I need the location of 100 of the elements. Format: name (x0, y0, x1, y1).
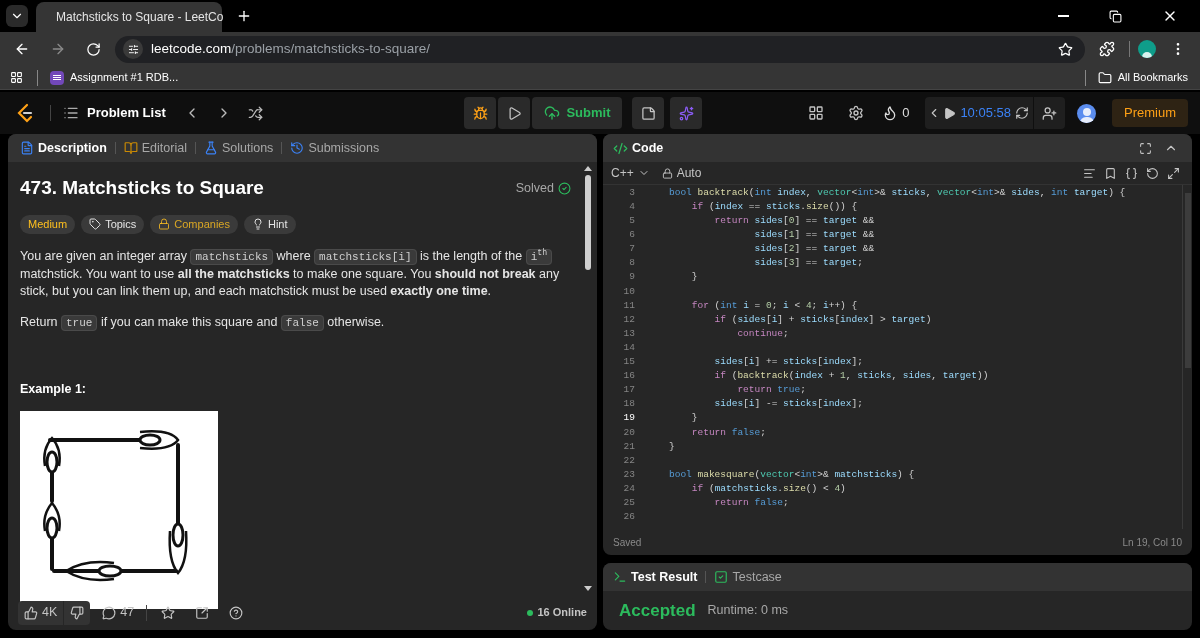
line-number: 9 (628, 270, 635, 285)
all-bookmarks-button[interactable]: All Bookmarks (1097, 69, 1192, 86)
line-number: 5 (628, 214, 635, 229)
arrow-right-icon (50, 41, 66, 57)
problem-list-button[interactable]: Problem List (63, 103, 166, 123)
line-number: 17 (622, 383, 635, 398)
thumbs-up-icon (24, 605, 38, 620)
line-number: 7 (628, 242, 635, 257)
tag-chip[interactable]: Medium (20, 214, 76, 234)
panel-tab[interactable]: Submissions (290, 138, 380, 158)
user-avatar[interactable] (1077, 103, 1096, 123)
address-field[interactable]: leetcode.com/problems/matchsticks-to-square/ (115, 35, 1085, 63)
browser-tab[interactable]: Matchsticks to Square - LeetCo (36, 2, 222, 32)
comments-button[interactable]: 47 (102, 603, 135, 622)
verdict-text: Accepted (619, 599, 696, 622)
code-line: } (690, 270, 698, 285)
runtime-text: Runtime: 0 ms (707, 602, 789, 620)
document-icon (20, 141, 34, 155)
debug-button[interactable] (464, 97, 497, 129)
code-line: sides[1] == target && (753, 228, 875, 243)
code-line: sides[3] == target; (753, 256, 863, 271)
apps-button[interactable] (8, 69, 25, 86)
scrollbar[interactable] (1182, 185, 1192, 529)
lightbulb-icon (251, 218, 264, 230)
line-number: 22 (622, 453, 635, 468)
run-button[interactable] (498, 97, 531, 129)
code-line: if (index == sticks.size()) { (690, 200, 858, 214)
braces-icon (1125, 166, 1138, 180)
line-number: 4 (628, 200, 635, 214)
online-count: 16 Online (537, 605, 587, 621)
line-number: 21 (622, 439, 635, 454)
tag-chip[interactable]: Companies (150, 214, 238, 234)
tag-chip[interactable]: Hint (243, 214, 296, 234)
line-number: 25 (622, 496, 635, 510)
history-icon (290, 141, 305, 155)
code-line: bool backtrack(int index, vector<int>& sticks, vector<int>& sides, int target) { (669, 185, 1126, 200)
description-paragraph: Return true if you can make this square and false otherwise. (20, 313, 386, 332)
code-line: return sides[0] == target && (713, 214, 875, 229)
streak-button[interactable]: 0 (882, 103, 910, 123)
problem-title: 473. Matchsticks to Square (20, 176, 264, 200)
line-number: 23 (622, 467, 635, 482)
profile-avatar[interactable] (1138, 40, 1156, 58)
star-icon (161, 605, 176, 620)
example-heading: Example 1: (20, 380, 87, 398)
external-link-icon (195, 605, 210, 620)
panel-tab[interactable]: Description (20, 138, 107, 158)
scrollbar[interactable] (583, 166, 593, 591)
help-icon (229, 605, 244, 620)
play-icon (943, 106, 957, 120)
sliders-icon (127, 43, 139, 55)
star-icon[interactable] (1058, 41, 1073, 57)
language-select[interactable]: C++ (611, 164, 650, 182)
code-icon (613, 140, 628, 156)
url-text: leetcode.com/problems/matchsticks-to-square/ (151, 39, 432, 58)
line-number: 6 (628, 228, 635, 243)
line-number: 24 (622, 481, 635, 496)
list-icon (63, 105, 79, 121)
line-number: 26 (622, 510, 635, 525)
line-number: 10 (622, 284, 635, 299)
submit-button[interactable]: Submit (532, 97, 623, 129)
panel-tab[interactable]: Testcase (714, 567, 782, 587)
line-number: 14 (622, 340, 635, 355)
code-line: if (matchsticks.size() < 4) (690, 481, 846, 496)
fullscreen-icon (1139, 141, 1152, 155)
check-circle-icon (558, 181, 571, 195)
solved-status: Solved (515, 179, 554, 197)
panel-tab[interactable]: Solutions (203, 138, 274, 158)
note-icon (641, 105, 656, 121)
code-line: } (690, 411, 698, 426)
logo-icon[interactable] (16, 103, 34, 123)
description-paragraph: You are given an integer array matchsticks where matchsticks[i] is the length of the i$^{th}$ matchstick. You want to use all the matchsticks to make one square. You should not break any stick, but you can link them up, and each matchstick must be used exactly one time. (20, 247, 561, 300)
saved-status: Saved (613, 535, 642, 550)
lock-icon (661, 167, 673, 179)
book-icon (123, 141, 138, 155)
line-number: 3 (628, 185, 635, 200)
code-line: return false; (713, 496, 789, 510)
terminal-icon (613, 570, 627, 584)
ai-button[interactable] (670, 97, 703, 129)
line-number: 11 (622, 298, 635, 313)
note-button[interactable] (632, 97, 665, 129)
tag-chip[interactable]: Topics (81, 214, 145, 234)
auto-mode-label: Auto (676, 165, 702, 182)
expand-icon (1167, 166, 1180, 180)
line-number: 18 (622, 397, 635, 412)
code-line: for (int i = 0; i < 4; i++) { (690, 298, 858, 313)
bookmark-item[interactable]: Assignment #1 RDB... (50, 69, 179, 86)
panel-tab[interactable]: Test Result (613, 567, 698, 587)
code-line: continue; (736, 326, 789, 341)
panel-tab[interactable]: Editorial (123, 138, 187, 158)
tab-search-button[interactable] (6, 5, 28, 27)
thumbs-down-icon (70, 605, 85, 620)
grid-icon (808, 105, 825, 121)
premium-button[interactable]: Premium (1112, 99, 1188, 127)
code-line: sides[i] += sticks[index]; (713, 355, 863, 370)
line-number: 19 (622, 411, 635, 426)
form-icon (50, 70, 64, 85)
tab-title: Matchsticks to Square - LeetCo (56, 9, 224, 26)
site-info-button[interactable] (123, 39, 143, 59)
code-line: bool makesquare(vector<int>& matchsticks) { (669, 467, 915, 482)
user-plus-icon (1042, 105, 1057, 121)
